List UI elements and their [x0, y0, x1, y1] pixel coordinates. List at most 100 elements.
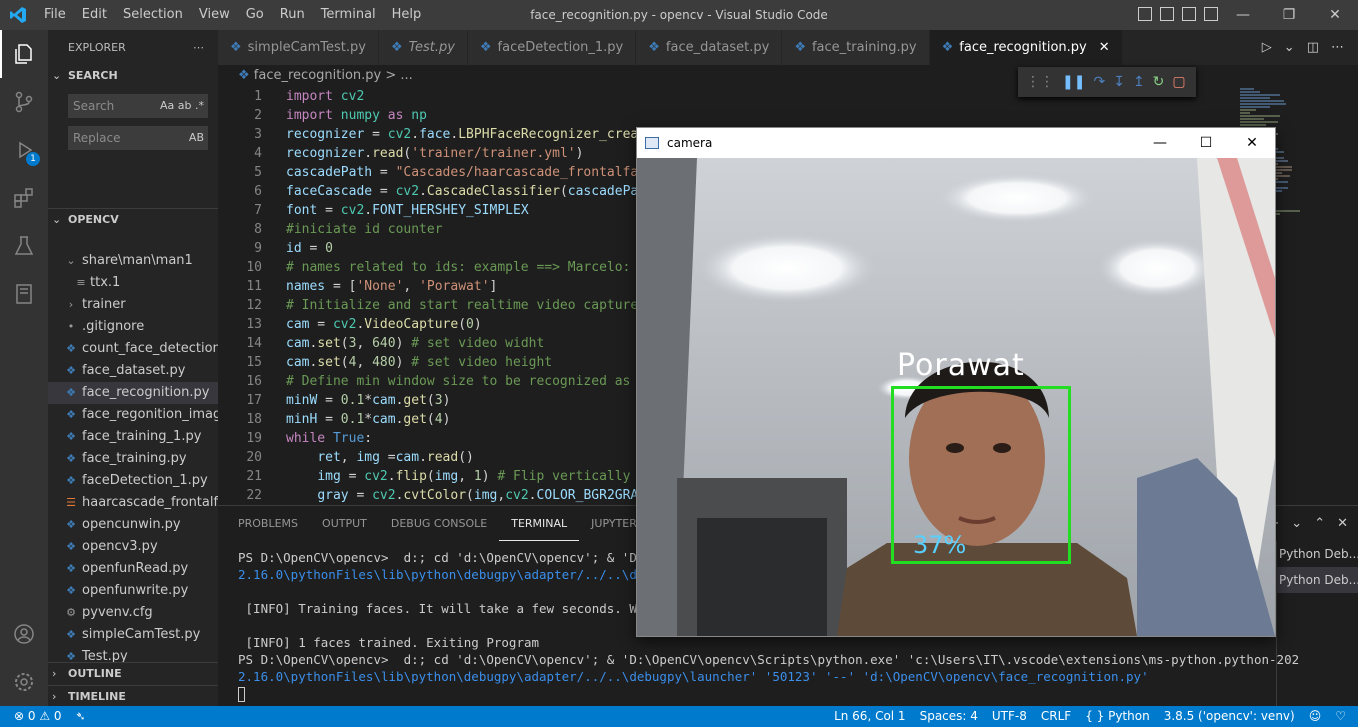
menu-go[interactable]: Go: [238, 0, 272, 30]
tree-item[interactable]: ⌄ share\man\man1: [48, 250, 218, 272]
camera-window: camera — ☐ ✕ Porawat 37%: [636, 127, 1276, 637]
minimize-icon[interactable]: —: [1220, 0, 1266, 30]
chevron-down-icon[interactable]: ⌄: [1284, 40, 1295, 55]
terminal-instance[interactable]: Python Deb...: [1277, 541, 1358, 567]
extensions-icon[interactable]: [0, 174, 48, 222]
more-actions-icon[interactable]: ⋯: [1331, 40, 1344, 55]
maximize-panel-icon[interactable]: ⌃: [1314, 516, 1325, 531]
tree-item[interactable]: ❖ opencv3.py: [48, 536, 218, 558]
folder-section-title[interactable]: ⌄ OPENCV: [48, 208, 218, 230]
tree-item[interactable]: ❖ face_training_1.py: [48, 426, 218, 448]
code-line: names = ['None', 'Porawat']: [286, 279, 498, 294]
code-line: cascadePath = "Cascades/haarcascade_fron…: [286, 165, 647, 180]
tab-terminal[interactable]: TERMINAL: [499, 506, 580, 541]
tree-item[interactable]: ❖ faceDetection_1.py: [48, 470, 218, 492]
tab-face-dataset[interactable]: ❖ face_dataset.py: [636, 30, 783, 65]
search-input[interactable]: Search Aa ab .*: [68, 94, 208, 118]
tree-item[interactable]: ❖ face_training.py: [48, 448, 218, 470]
maximize-icon[interactable]: ☐: [1183, 128, 1229, 158]
minimize-icon[interactable]: —: [1137, 128, 1183, 158]
tree-item[interactable]: ❖ simpleCamTest.py: [48, 624, 218, 646]
tab-simplecamtest[interactable]: ❖ simpleCamTest.py: [218, 30, 379, 65]
tree-item[interactable]: › trainer: [48, 294, 218, 316]
drag-handle-icon[interactable]: ⋮⋮: [1026, 74, 1054, 90]
language-mode[interactable]: { } Python: [1085, 706, 1150, 727]
customize-layout-icon[interactable]: [1204, 7, 1218, 21]
outline-section[interactable]: › OUTLINE › TIMELINE: [48, 662, 218, 706]
python-interpreter[interactable]: 3.8.5 ('opencv': venv): [1164, 706, 1295, 727]
menu-file[interactable]: File: [36, 0, 74, 30]
cursor-position[interactable]: Ln 66, Col 1: [834, 706, 906, 727]
tree-item[interactable]: ≡ ttx.1: [48, 272, 218, 294]
close-tab-icon[interactable]: ✕: [1099, 30, 1110, 65]
step-out-icon[interactable]: ↥: [1133, 74, 1145, 90]
tree-item[interactable]: ❖ opencunwin.py: [48, 514, 218, 536]
search-section-title[interactable]: ⌄ SEARCH: [48, 65, 218, 87]
end-of-line[interactable]: CRLF: [1041, 706, 1071, 727]
tree-item[interactable]: ☰ haarcascade_frontalfa...: [48, 492, 218, 514]
toggle-secondary-sidebar-icon[interactable]: [1182, 7, 1196, 21]
notifications-bell-icon[interactable]: ♡: [1335, 706, 1346, 727]
tree-item-label: faceDetection_1.py: [82, 473, 208, 488]
tree-item[interactable]: ❖ face_dataset.py: [48, 360, 218, 382]
step-over-icon[interactable]: ↷: [1093, 74, 1105, 90]
feedback-icon[interactable]: ☺: [1309, 706, 1322, 727]
explorer-icon[interactable]: [0, 30, 48, 78]
debug-status-icon[interactable]: ➴: [76, 706, 86, 727]
restore-icon[interactable]: ❐: [1266, 0, 1312, 30]
indentation[interactable]: Spaces: 4: [920, 706, 978, 727]
problems-status[interactable]: ⊗ 0 ⚠ 0: [14, 706, 62, 727]
menu-selection[interactable]: Selection: [115, 0, 191, 30]
close-icon[interactable]: ✕: [1229, 128, 1275, 158]
tab-test[interactable]: ❖ Test.py: [378, 30, 468, 65]
remote-explorer-icon[interactable]: [0, 270, 48, 318]
testing-flask-icon[interactable]: [0, 222, 48, 270]
menu-terminal[interactable]: Terminal: [313, 0, 384, 30]
chevron-down-icon[interactable]: ⌄: [1291, 516, 1302, 531]
more-actions-icon[interactable]: ⋯: [193, 30, 204, 65]
run-file-icon[interactable]: ▷: [1262, 40, 1272, 55]
tree-item[interactable]: ⚙ pyvenv.cfg: [48, 602, 218, 624]
tree-item[interactable]: ❖ face_regonition_imag...: [48, 404, 218, 426]
tree-item[interactable]: ❖ openfunwrite.py: [48, 580, 218, 602]
search-options[interactable]: Aa ab .*: [160, 94, 204, 118]
step-into-icon[interactable]: ↧: [1113, 74, 1125, 90]
manage-gear-icon[interactable]: [0, 658, 48, 706]
encoding[interactable]: UTF-8: [992, 706, 1027, 727]
terminal-instance[interactable]: Python Deb...: [1277, 567, 1358, 593]
toggle-panel-icon[interactable]: [1160, 7, 1174, 21]
python-file-icon: ❖: [66, 386, 76, 399]
source-control-icon[interactable]: [0, 78, 48, 126]
stop-icon[interactable]: ▢: [1172, 74, 1185, 90]
python-file-icon: ❖: [230, 40, 242, 55]
toggle-sidebar-icon[interactable]: [1138, 7, 1152, 21]
replace-input[interactable]: Replace AB: [68, 126, 208, 150]
tree-item[interactable]: ❖ face_recognition.py: [48, 382, 218, 404]
tab-face-recognition[interactable]: ❖ face_recognition.py ✕: [929, 30, 1123, 65]
tab-problems[interactable]: PROBLEMS: [226, 506, 310, 541]
gitignore-file-icon: •: [67, 320, 75, 333]
tab-output[interactable]: OUTPUT: [310, 506, 379, 541]
timeline-section[interactable]: › TIMELINE: [48, 685, 218, 706]
tab-face-training[interactable]: ❖ face_training.py: [782, 30, 930, 65]
tree-item[interactable]: ❖ openfunRead.py: [48, 558, 218, 580]
run-debug-icon[interactable]: 1: [0, 126, 48, 174]
restart-icon[interactable]: ↻: [1153, 74, 1165, 90]
gear-file-icon: ⚙: [66, 606, 76, 619]
menu-help[interactable]: Help: [384, 0, 430, 30]
split-editor-icon[interactable]: ◫: [1307, 40, 1319, 55]
breadcrumb[interactable]: ❖ face_recognition.py > ...: [218, 65, 413, 87]
close-icon[interactable]: ✕: [1312, 0, 1358, 30]
menu-edit[interactable]: Edit: [74, 0, 115, 30]
menu-run[interactable]: Run: [272, 0, 313, 30]
close-panel-icon[interactable]: ✕: [1337, 516, 1348, 531]
preserve-case-option[interactable]: AB: [189, 126, 204, 150]
tree-item[interactable]: • .gitignore: [48, 316, 218, 338]
menu-view[interactable]: View: [191, 0, 238, 30]
camera-titlebar[interactable]: camera — ☐ ✕: [637, 128, 1275, 158]
tree-item[interactable]: ❖ count_face_detection...: [48, 338, 218, 360]
tab-debug-console[interactable]: DEBUG CONSOLE: [379, 506, 499, 541]
accounts-icon[interactable]: [0, 610, 48, 658]
pause-icon[interactable]: ❚❚: [1062, 74, 1085, 90]
tab-facedetection[interactable]: ❖ faceDetection_1.py: [467, 30, 637, 65]
